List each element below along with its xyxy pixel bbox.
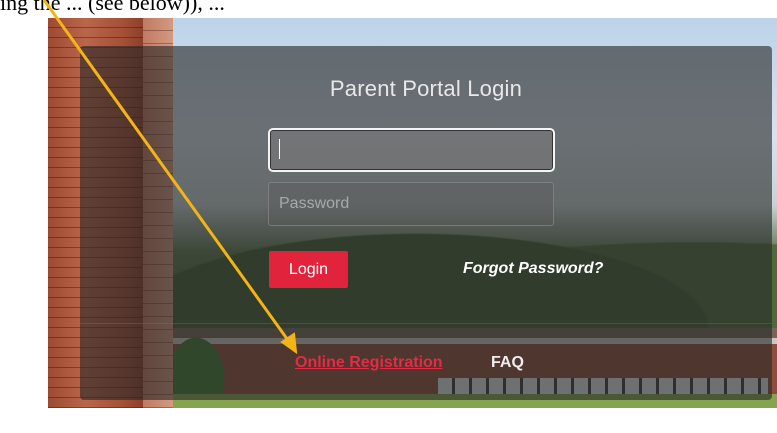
- page-title: Parent Portal Login: [329, 76, 523, 101]
- online-registration-link[interactable]: Online Registration: [295, 354, 443, 372]
- text-caret: [279, 139, 280, 159]
- username-input[interactable]: [268, 128, 555, 172]
- divider: [80, 323, 772, 324]
- forgot-password-link[interactable]: Forgot Password?: [463, 260, 603, 278]
- login-button[interactable]: Login: [269, 251, 348, 288]
- login-panel: Parent Portal Login Login Forgot Passwor…: [80, 46, 772, 400]
- password-input[interactable]: [268, 182, 554, 226]
- caption-text: ing the ... (see below)), ...: [0, 0, 225, 15]
- faq-link[interactable]: FAQ: [491, 354, 524, 372]
